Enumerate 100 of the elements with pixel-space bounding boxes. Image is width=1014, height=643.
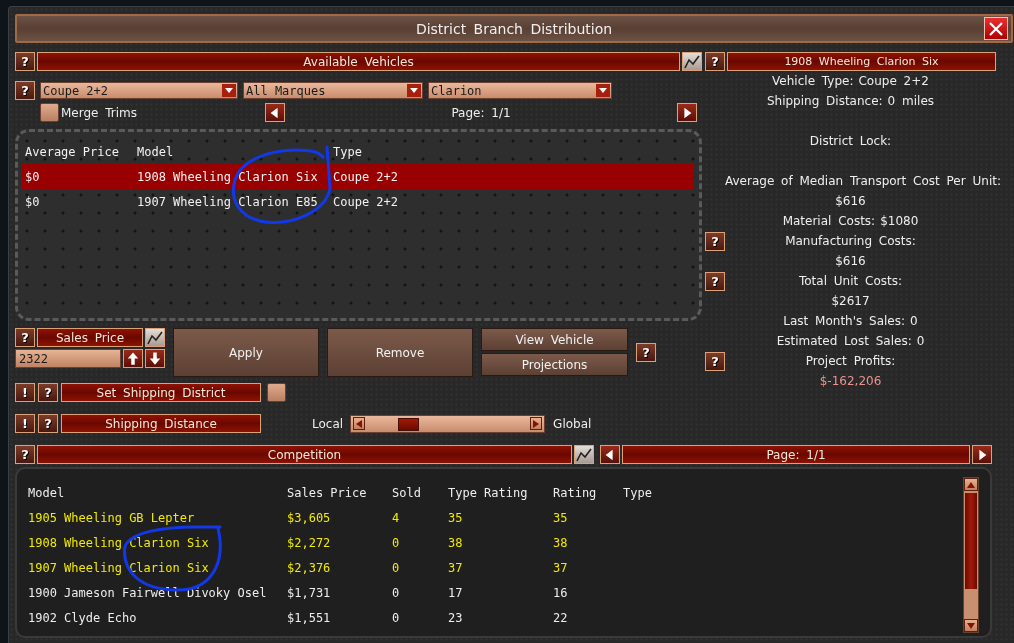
table-cell-text: 16 <box>553 585 569 600</box>
price-input-field[interactable]: 2322 <box>15 349 121 368</box>
table-cell-text: 37 <box>448 560 464 575</box>
table-row[interactable]: 1908 Wheeling Clarion Six $2,272 0 38 38 <box>28 530 948 555</box>
detail-value: $2617 <box>831 294 870 308</box>
table-cell-text: 0 <box>392 585 401 600</box>
help-button[interactable]: ? <box>705 231 725 251</box>
help-button[interactable]: ? <box>15 445 35 464</box>
table-cell-text: 0 <box>392 560 401 575</box>
action-button[interactable]: Apply <box>173 328 319 377</box>
detail-label: Material Costs: <box>782 214 876 228</box>
previous-page-button[interactable] <box>265 103 285 122</box>
detail-label: Estimated Lost Sales: <box>776 334 912 348</box>
slider-left-button[interactable] <box>353 417 366 430</box>
help-button[interactable]: ? <box>705 271 725 291</box>
chart-button[interactable] <box>682 52 702 71</box>
action-button[interactable]: View Vehicle <box>481 328 628 351</box>
help-button[interactable]: ? <box>38 383 58 402</box>
detail-value: $1080 <box>880 214 919 228</box>
caret-icon <box>407 84 421 97</box>
slider-thumb[interactable] <box>397 417 419 431</box>
caret-icon <box>596 84 610 97</box>
checkbox[interactable] <box>40 103 59 122</box>
table-cell-text: $1,731 <box>287 585 332 600</box>
column-header: Sales Price <box>287 485 368 500</box>
line-chart-icon <box>576 447 592 462</box>
table-cell-text: Coupe 2+2 <box>333 194 400 209</box>
detail-value: 0 <box>916 334 925 348</box>
detail-label: Shipping Distance: <box>766 94 883 108</box>
column-header: Rating <box>553 485 598 500</box>
action-button[interactable]: Projections <box>481 353 628 376</box>
table-cell-text: 1908 Wheeling Clarion Six <box>28 535 210 550</box>
help-button[interactable]: ? <box>15 81 35 100</box>
table-cell-text: Coupe 2+2 <box>333 169 400 184</box>
dropdown[interactable]: All Marques <box>243 82 423 99</box>
alert-button[interactable]: ! <box>15 414 35 433</box>
action-button[interactable]: Remove <box>327 328 473 377</box>
table-row[interactable]: $0 1908 Wheeling Clarion Six Coupe 2+2 <box>22 164 694 189</box>
alert-button[interactable]: ! <box>15 383 35 402</box>
table-cell-text: 17 <box>448 585 464 600</box>
next-page-button[interactable] <box>677 103 697 122</box>
column-header: Average Price <box>25 144 120 159</box>
detail-label: Average of Median Transport Cost Per Unit: <box>725 174 1001 188</box>
close-icon <box>988 20 1004 37</box>
scroll-up-button[interactable] <box>964 478 978 491</box>
help-button[interactable]: ? <box>705 52 725 71</box>
down-triangle-icon <box>967 622 975 629</box>
left-triangle-icon <box>356 419 363 428</box>
table-cell-text: 23 <box>448 610 464 625</box>
field-label: Sales Price <box>37 328 143 347</box>
table-row[interactable]: 1900 Jameson Fairwell Divoky Osel $1,731 0 17 16 <box>28 580 948 605</box>
table-cell-text: 37 <box>553 560 569 575</box>
dropdown[interactable]: Coupe 2+2 <box>40 82 238 99</box>
set-district-button[interactable]: Set Shipping District <box>61 383 261 402</box>
help-button[interactable]: ? <box>15 328 35 347</box>
slider-right-button[interactable] <box>530 417 543 430</box>
slider[interactable] <box>350 414 546 433</box>
table-row[interactable]: $0 1907 Wheeling Clarion E85 Coupe 2+2 <box>22 189 694 214</box>
table-cell-text: 1908 Wheeling Clarion Six <box>137 169 319 184</box>
field-label: Shipping Distance <box>61 414 261 433</box>
checkbox[interactable] <box>267 383 286 402</box>
scroll-down-button[interactable] <box>964 619 978 632</box>
chart-button[interactable] <box>574 445 594 464</box>
table-cell-text: 1907 Wheeling Clarion E85 <box>137 194 319 209</box>
detail-label: Total Unit Costs: <box>798 274 903 288</box>
help-button[interactable]: ? <box>15 52 35 71</box>
help-button[interactable]: ? <box>38 414 58 433</box>
down-arrow-button[interactable] <box>145 349 165 368</box>
scrollbar-thumb[interactable] <box>965 493 977 589</box>
table-row[interactable]: 1902 Clyde Echo $1,551 0 23 22 <box>28 605 948 630</box>
detail-value: Coupe 2+2 <box>858 74 929 88</box>
checkbox-label: Merge Trims <box>61 105 138 120</box>
table-cell-text: 4 <box>392 510 401 525</box>
next-page-button[interactable] <box>972 445 992 464</box>
column-header: Model <box>28 485 66 500</box>
detail-label: Vehicle Type: <box>772 74 854 88</box>
table-row[interactable]: 1905 Wheeling GB Lepter $3,605 4 35 35 <box>28 505 948 530</box>
line-chart-icon <box>684 54 700 69</box>
table-cell-text: $2,376 <box>287 560 332 575</box>
table-row[interactable]: 1907 Wheeling Clarion Six $2,376 0 37 37 <box>28 555 948 580</box>
table-cell-text: $0 <box>25 194 41 209</box>
page-indicator: Page: 1/1 <box>450 105 512 120</box>
previous-page-button[interactable] <box>600 445 620 464</box>
down-arrow-icon <box>148 351 162 366</box>
detail-value: $-162,206 <box>819 374 882 388</box>
help-button[interactable]: ? <box>636 343 656 362</box>
table-cell-text: 38 <box>553 535 569 550</box>
detail-value: 0 <box>910 314 918 328</box>
close-button[interactable] <box>984 17 1008 40</box>
dropdown[interactable]: Clarion <box>428 82 612 99</box>
help-button[interactable]: ? <box>705 351 725 371</box>
scrollbar[interactable] <box>963 477 979 633</box>
chart-button[interactable] <box>145 328 165 347</box>
column-header: Type <box>623 485 653 500</box>
column-header: Model <box>137 144 175 159</box>
table-cell-text: 1907 Wheeling Clarion Six <box>28 560 210 575</box>
table-cell-text: 35 <box>553 510 569 525</box>
up-arrow-button[interactable] <box>123 349 143 368</box>
detail-label: Project Profits: <box>805 354 896 368</box>
table-cell-text: $0 <box>25 169 41 184</box>
